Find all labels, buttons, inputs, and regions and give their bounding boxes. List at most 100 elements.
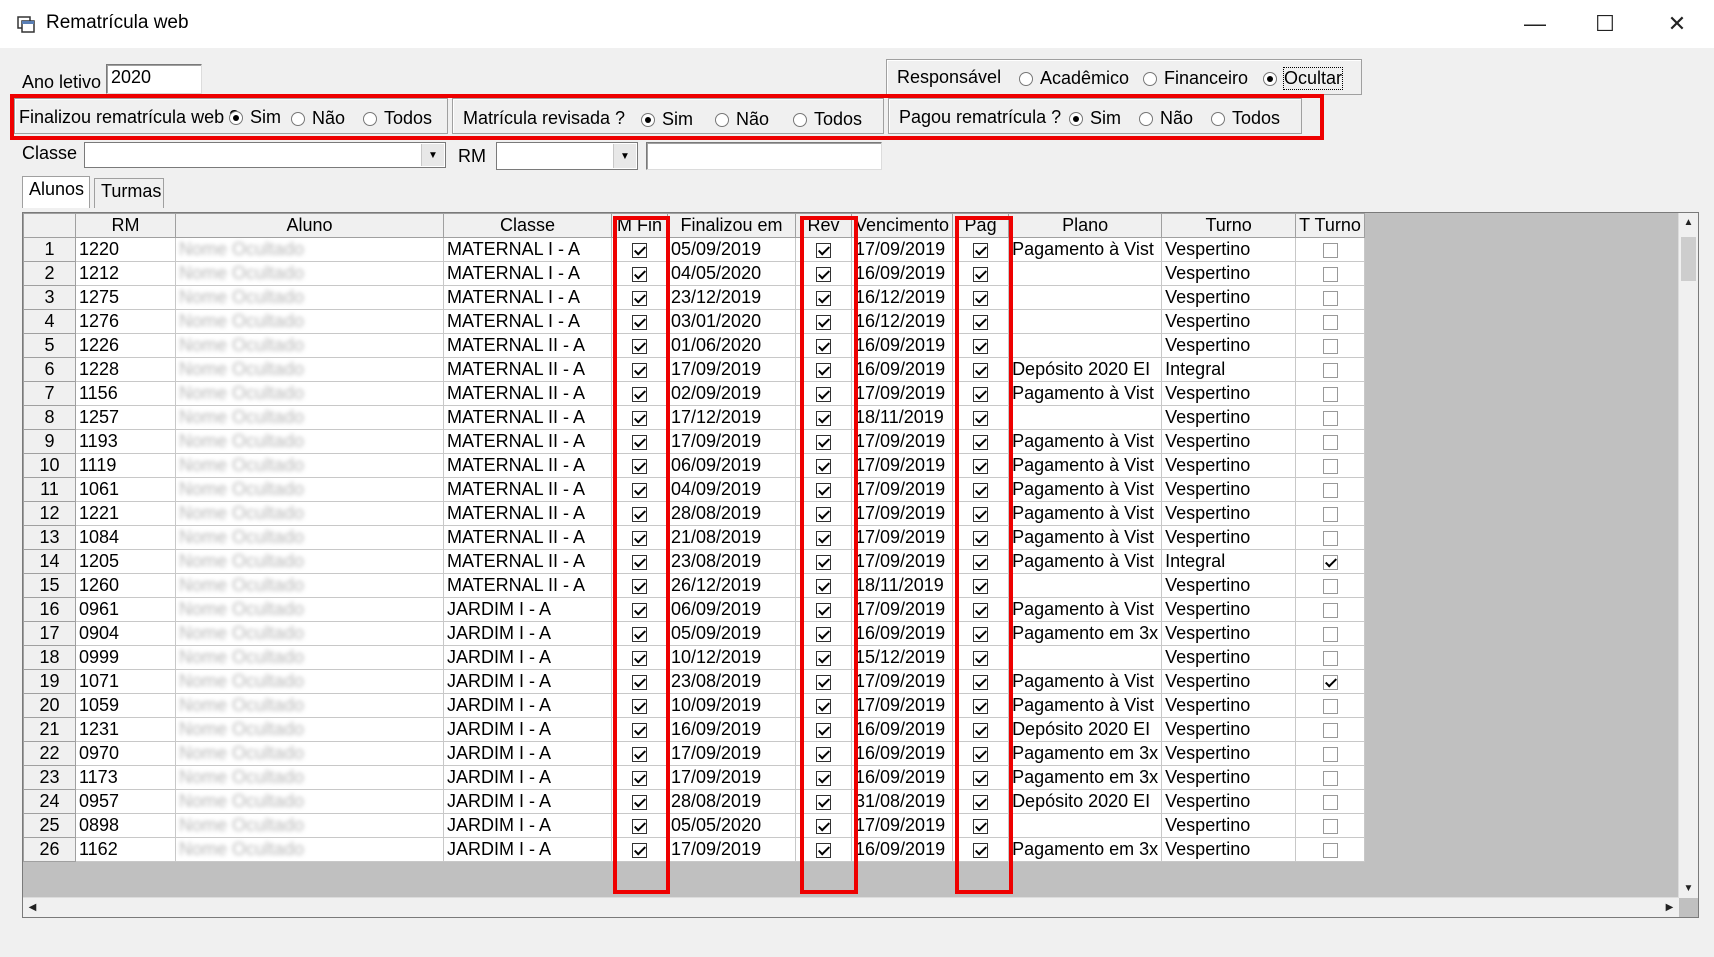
- pag-checkbox[interactable]: [973, 386, 989, 402]
- cell-rev[interactable]: [795, 525, 852, 550]
- radio-ocultar-circle[interactable]: [1263, 71, 1277, 86]
- cell-rm[interactable]: 1212: [75, 261, 176, 286]
- cell-aluno[interactable]: Nome Ocultado: [175, 477, 444, 502]
- cell-finalizou-em[interactable]: 04/05/2020: [667, 261, 796, 286]
- cell-pag[interactable]: [952, 429, 1010, 454]
- table-row[interactable]: 13 1084 Nome Ocultado MATERNAL II - A 21/08/…: [23, 525, 1365, 550]
- cell-rm[interactable]: 1221: [75, 501, 176, 526]
- row-number[interactable]: 7: [23, 381, 76, 406]
- cell-classe[interactable]: MATERNAL II - A: [443, 525, 612, 550]
- cell-finalizou-em[interactable]: 02/09/2019: [667, 381, 796, 406]
- pag-checkbox[interactable]: [973, 650, 989, 666]
- cell-classe[interactable]: JARDIM I - A: [443, 597, 612, 622]
- cell-finalizou-em[interactable]: 10/12/2019: [667, 645, 796, 670]
- cell-aluno[interactable]: Nome Ocultado: [175, 405, 444, 430]
- rev-checkbox[interactable]: [816, 266, 831, 282]
- cell-mfin[interactable]: [611, 741, 668, 766]
- table-row[interactable]: 17 0904 Nome Ocultado JARDIM I - A 05/09/201…: [23, 621, 1365, 646]
- cell-turno[interactable]: Vespertino: [1161, 453, 1297, 478]
- table-row[interactable]: 10 1119 Nome Ocultado MATERNAL II - A 06/09/…: [23, 453, 1365, 478]
- cell-rm[interactable]: 1084: [75, 525, 176, 550]
- cell-classe[interactable]: MATERNAL II - A: [443, 501, 612, 526]
- finalizou-sim-circle[interactable]: [229, 110, 243, 125]
- cell-t-turno[interactable]: [1295, 285, 1365, 310]
- tab-alunos[interactable]: Alunos: [22, 176, 90, 208]
- t-turno-checkbox[interactable]: [1322, 506, 1338, 522]
- cell-finalizou-em[interactable]: 10/09/2019: [667, 693, 796, 718]
- mfin-checkbox[interactable]: [632, 722, 647, 738]
- rev-checkbox[interactable]: [816, 578, 831, 594]
- cell-aluno[interactable]: Nome Ocultado: [175, 645, 444, 670]
- pag-checkbox[interactable]: [973, 362, 989, 378]
- cell-aluno[interactable]: Nome Ocultado: [175, 309, 444, 334]
- cell-vencimento[interactable]: 17/09/2019: [850, 501, 954, 526]
- cell-mfin[interactable]: [611, 237, 668, 262]
- cell-pag[interactable]: [952, 573, 1010, 598]
- cell-pag[interactable]: [952, 381, 1010, 406]
- row-number[interactable]: 10: [23, 453, 76, 478]
- cell-pag[interactable]: [952, 309, 1010, 334]
- t-turno-checkbox[interactable]: [1322, 842, 1338, 858]
- t-turno-checkbox[interactable]: [1322, 338, 1338, 354]
- cell-classe[interactable]: JARDIM I - A: [443, 789, 612, 814]
- cell-rev[interactable]: [795, 477, 852, 502]
- mfin-checkbox[interactable]: [632, 626, 647, 642]
- cell-vencimento[interactable]: 16/12/2019: [850, 309, 954, 334]
- cell-t-turno[interactable]: [1295, 309, 1365, 334]
- row-number[interactable]: 13: [23, 525, 76, 550]
- cell-rm[interactable]: 0898: [75, 813, 176, 838]
- cell-aluno[interactable]: Nome Ocultado: [175, 429, 444, 454]
- cell-mfin[interactable]: [611, 405, 668, 430]
- cell-vencimento[interactable]: 16/09/2019: [850, 765, 954, 790]
- cell-vencimento[interactable]: 17/09/2019: [850, 525, 954, 550]
- cell-plano[interactable]: [1008, 333, 1163, 358]
- cell-plano[interactable]: [1008, 813, 1163, 838]
- cell-rm[interactable]: 1231: [75, 717, 176, 742]
- pag-checkbox[interactable]: [973, 506, 989, 522]
- mfin-checkbox[interactable]: [632, 410, 647, 426]
- cell-turno[interactable]: Vespertino: [1161, 237, 1297, 262]
- cell-pag[interactable]: [952, 237, 1010, 262]
- cell-rm[interactable]: 1275: [75, 285, 176, 310]
- cell-pag[interactable]: [952, 645, 1010, 670]
- cell-rev[interactable]: [795, 501, 852, 526]
- pag-checkbox[interactable]: [973, 434, 989, 450]
- cell-t-turno[interactable]: [1295, 333, 1365, 358]
- cell-turno[interactable]: Integral: [1161, 357, 1297, 382]
- cell-vencimento[interactable]: 16/09/2019: [850, 357, 954, 382]
- pag-checkbox[interactable]: [973, 602, 989, 618]
- scroll-left-icon[interactable]: ◀: [23, 898, 42, 917]
- cell-aluno[interactable]: Nome Ocultado: [175, 813, 444, 838]
- header-vencimento[interactable]: Vencimento: [850, 213, 954, 238]
- cell-rm[interactable]: 1226: [75, 333, 176, 358]
- cell-pag[interactable]: [952, 813, 1010, 838]
- cell-plano[interactable]: Pagamento à Vist: [1008, 525, 1163, 550]
- cell-plano[interactable]: Pagamento em 3x: [1008, 621, 1163, 646]
- cell-aluno[interactable]: Nome Ocultado: [175, 597, 444, 622]
- rev-checkbox[interactable]: [816, 506, 831, 522]
- t-turno-checkbox[interactable]: [1322, 650, 1338, 666]
- t-turno-checkbox[interactable]: [1322, 386, 1338, 402]
- cell-vencimento[interactable]: 18/11/2019: [850, 405, 954, 430]
- cell-t-turno[interactable]: [1295, 357, 1365, 382]
- rev-checkbox[interactable]: [816, 290, 831, 306]
- cell-aluno[interactable]: Nome Ocultado: [175, 381, 444, 406]
- rev-checkbox[interactable]: [816, 530, 831, 546]
- cell-plano[interactable]: Pagamento em 3x: [1008, 741, 1163, 766]
- cell-t-turno[interactable]: [1295, 597, 1365, 622]
- cell-pag[interactable]: [952, 597, 1010, 622]
- cell-turno[interactable]: Vespertino: [1161, 525, 1297, 550]
- cell-turno[interactable]: Vespertino: [1161, 693, 1297, 718]
- cell-t-turno[interactable]: [1295, 453, 1365, 478]
- cell-classe[interactable]: MATERNAL II - A: [443, 405, 612, 430]
- cell-rev[interactable]: [795, 789, 852, 814]
- cell-rev[interactable]: [795, 285, 852, 310]
- row-number[interactable]: 8: [23, 405, 76, 430]
- header-mfin[interactable]: M Fin: [611, 213, 668, 238]
- cell-finalizou-em[interactable]: 17/09/2019: [667, 741, 796, 766]
- cell-plano[interactable]: Pagamento em 3x: [1008, 837, 1163, 862]
- revisada-radio-todos[interactable]: Todos: [793, 109, 862, 130]
- finalizou-radio-nao[interactable]: Não: [291, 108, 345, 129]
- cell-vencimento[interactable]: 17/09/2019: [850, 549, 954, 574]
- cell-t-turno[interactable]: [1295, 669, 1365, 694]
